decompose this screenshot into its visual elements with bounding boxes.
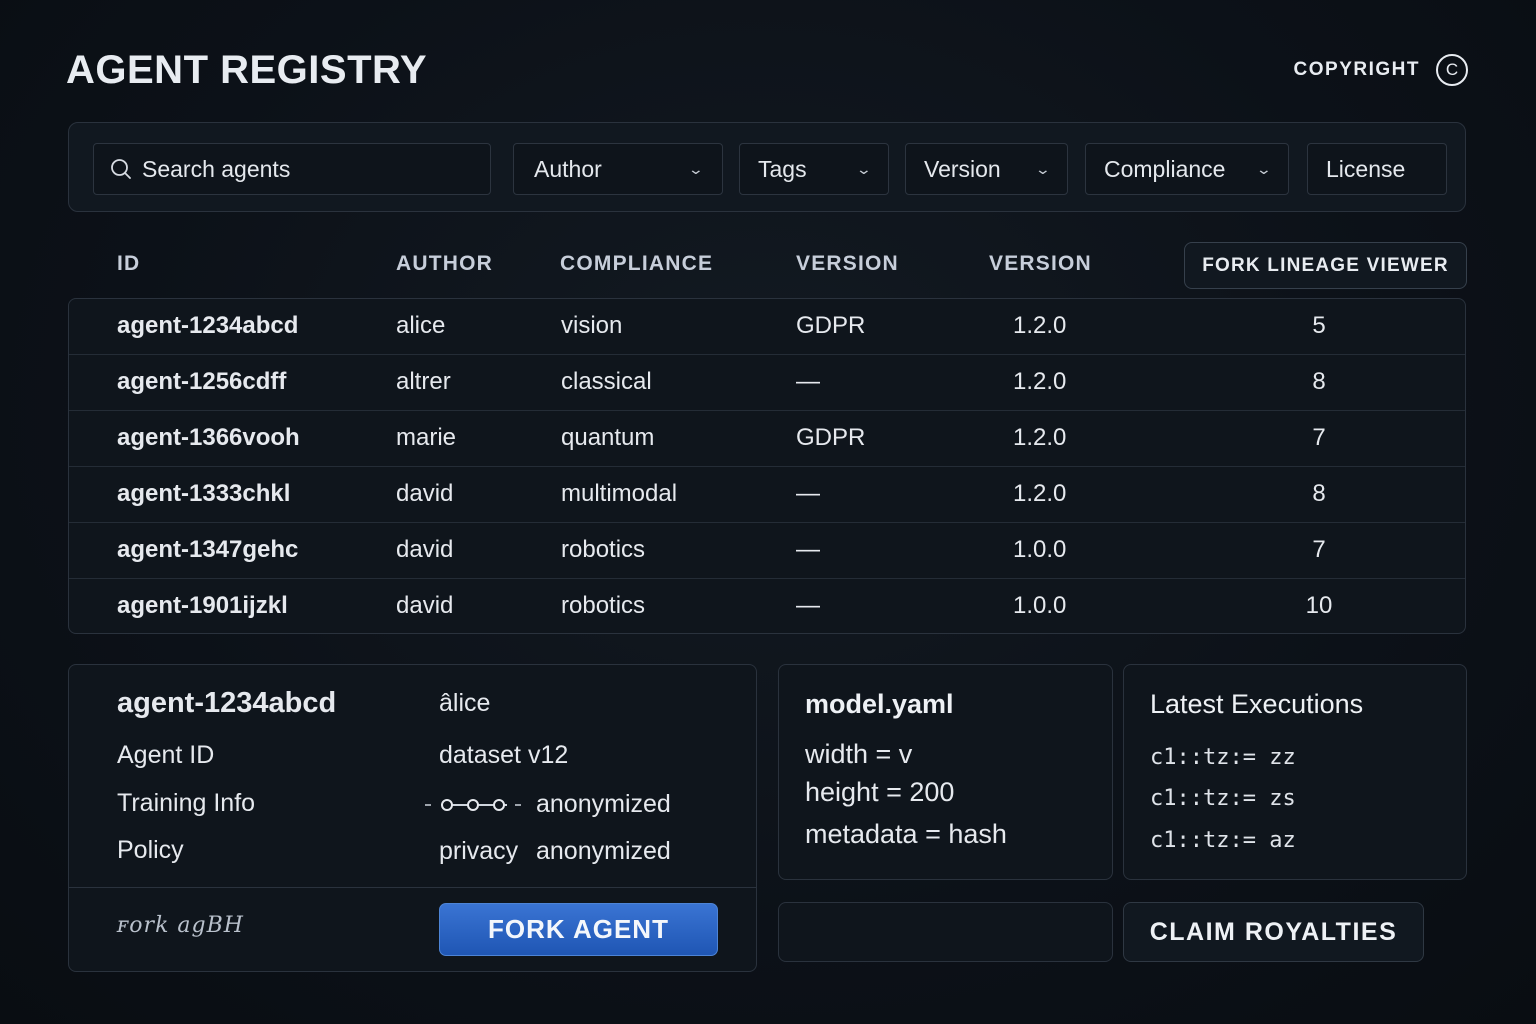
latest-executions-panel: Latest Executions c1::tz:= zz c1::tz:= z…	[1123, 664, 1467, 880]
compliance-cell: —	[796, 368, 820, 395]
search-icon	[111, 159, 131, 179]
tags-filter-label: Tags	[758, 155, 807, 182]
forks-cell: 5	[1312, 312, 1326, 339]
tag-cell: robotics	[561, 536, 646, 563]
column-header-version-2[interactable]: VERSION	[989, 252, 1092, 276]
author-cell: david	[396, 592, 454, 619]
compliance-cell: GDPR	[796, 312, 866, 339]
table-row[interactable]: agent-1366vooh marie quantum GDPR 1.2.0 …	[69, 411, 1465, 467]
version-cell: 1.2.0	[1013, 424, 1067, 451]
forks-cell: 7	[1312, 536, 1326, 563]
author-cell: alice	[396, 312, 446, 339]
table-row[interactable]: agent-1234abcd alice vision GDPR 1.2.0 5	[69, 299, 1465, 355]
search-input[interactable]: Search agents	[93, 143, 491, 195]
yaml-line: metadata = hash	[805, 819, 1007, 849]
training-info-value: anonymized	[536, 790, 671, 818]
author-cell: altrer	[396, 368, 451, 395]
chevron-down-icon: ⌄	[1255, 160, 1273, 177]
agent-id-cell: agent-1366vooh	[117, 424, 300, 451]
policy-value: anonymized	[536, 837, 671, 865]
version-cell: 1.2.0	[1013, 368, 1067, 395]
empty-action-panel	[778, 902, 1113, 962]
author-cell: marie	[396, 424, 457, 451]
author-cell: david	[396, 536, 454, 563]
tag-cell: robotics	[561, 592, 646, 619]
agent-registry-app: AGENT REGISTRY COPYRIGHT C Search agents…	[0, 0, 1536, 1024]
lineage-nodes-icon	[425, 799, 521, 811]
agent-id-cell: agent-1234abcd	[117, 312, 299, 339]
column-header-id[interactable]: ID	[117, 252, 140, 276]
tag-cell: multimodal	[561, 480, 678, 507]
version-cell: 1.0.0	[1013, 592, 1067, 619]
divider	[69, 887, 756, 888]
agent-id-cell: agent-1256cdff	[117, 368, 287, 395]
agent-id-label: Agent ID	[117, 741, 215, 769]
compliance-filter-label: Compliance	[1104, 155, 1226, 182]
fork-lineage-viewer-button[interactable]: FORK LINEAGE VIEWER	[1184, 242, 1467, 289]
execution-line[interactable]: c1::tz:= zz	[1150, 745, 1296, 770]
table-row[interactable]: agent-1347gehc david robotics — 1.0.0 7	[69, 523, 1465, 579]
agents-table: agent-1234abcd alice vision GDPR 1.2.0 5…	[68, 298, 1466, 634]
chevron-down-icon: ⌄	[687, 160, 705, 177]
agent-id-cell: agent-1333chkl	[117, 480, 291, 507]
tag-cell: vision	[561, 312, 623, 339]
column-header-version[interactable]: VERSION	[796, 252, 899, 276]
policy-key: privacy	[439, 837, 519, 865]
compliance-cell: —	[796, 592, 820, 619]
filter-bar: Search agents Author ⌄ Tags ⌄ Version ⌄ …	[68, 122, 1466, 212]
forks-cell: 8	[1312, 368, 1326, 395]
compliance-cell: —	[796, 480, 820, 507]
page-title: AGENT REGISTRY	[66, 48, 428, 92]
execution-line[interactable]: c1::tz:= az	[1150, 828, 1296, 853]
detail-agent-id: agent-1234abcd	[117, 687, 337, 719]
column-header-compliance[interactable]: COMPLIANCE	[560, 252, 713, 276]
column-header-author[interactable]: AUTHOR	[396, 252, 493, 276]
compliance-filter-dropdown[interactable]: Compliance ⌄	[1085, 143, 1289, 195]
model-yaml-panel: model.yaml width = v height = 200 metada…	[778, 664, 1113, 880]
agent-detail-panel: agent-1234abcd âlice Agent ID dataset v1…	[68, 664, 757, 972]
version-filter-dropdown[interactable]: Version ⌄	[905, 143, 1068, 195]
yaml-line: width = v	[805, 739, 913, 769]
dataset-value: dataset v12	[439, 741, 569, 769]
compliance-cell: GDPR	[796, 424, 866, 451]
license-filter-button[interactable]: License	[1307, 143, 1447, 195]
version-filter-label: Version	[924, 155, 1001, 182]
agent-id-cell: agent-1901ijzkl	[117, 592, 288, 619]
author-cell: david	[396, 480, 454, 507]
table-row[interactable]: agent-1256cdff altrer classical — 1.2.0 …	[69, 355, 1465, 411]
copyright-label: COPYRIGHT	[1293, 59, 1420, 80]
forks-cell: 7	[1312, 424, 1326, 451]
author-filter-label: Author	[534, 155, 602, 182]
license-filter-label: License	[1326, 155, 1406, 182]
tag-cell: classical	[561, 368, 652, 395]
fork-logo: ꜰork agBH	[117, 913, 244, 938]
tag-cell: quantum	[561, 424, 655, 451]
chevron-down-icon: ⌄	[855, 160, 873, 177]
detail-author: âlice	[439, 689, 491, 717]
copyright-link[interactable]: COPYRIGHT C	[1294, 54, 1468, 86]
author-filter-dropdown[interactable]: Author ⌄	[513, 143, 723, 195]
table-row[interactable]: agent-1901ijzkl david robotics — 1.0.0 1…	[69, 579, 1465, 633]
copyright-icon: C	[1436, 54, 1468, 86]
agent-id-cell: agent-1347gehc	[117, 536, 299, 563]
executions-title: Latest Executions	[1150, 689, 1364, 719]
fork-agent-button[interactable]: FORK AGENT	[439, 903, 718, 956]
yaml-line: height = 200	[805, 777, 955, 807]
training-info-label: Training Info	[117, 789, 256, 817]
search-placeholder: Search agents	[142, 155, 291, 182]
compliance-cell: —	[796, 536, 820, 563]
chevron-down-icon: ⌄	[1034, 160, 1052, 177]
forks-cell: 8	[1312, 480, 1326, 507]
table-row[interactable]: agent-1333chkl david multimodal — 1.2.0 …	[69, 467, 1465, 523]
tags-filter-dropdown[interactable]: Tags ⌄	[739, 143, 889, 195]
version-cell: 1.0.0	[1013, 536, 1067, 563]
policy-label: Policy	[117, 836, 184, 864]
yaml-title: model.yaml	[805, 689, 954, 719]
claim-royalties-button[interactable]: CLAIM ROYALTIES	[1123, 902, 1424, 962]
version-cell: 1.2.0	[1013, 312, 1067, 339]
forks-cell: 10	[1305, 592, 1333, 619]
version-cell: 1.2.0	[1013, 480, 1067, 507]
execution-line[interactable]: c1::tz:= zs	[1150, 786, 1296, 811]
